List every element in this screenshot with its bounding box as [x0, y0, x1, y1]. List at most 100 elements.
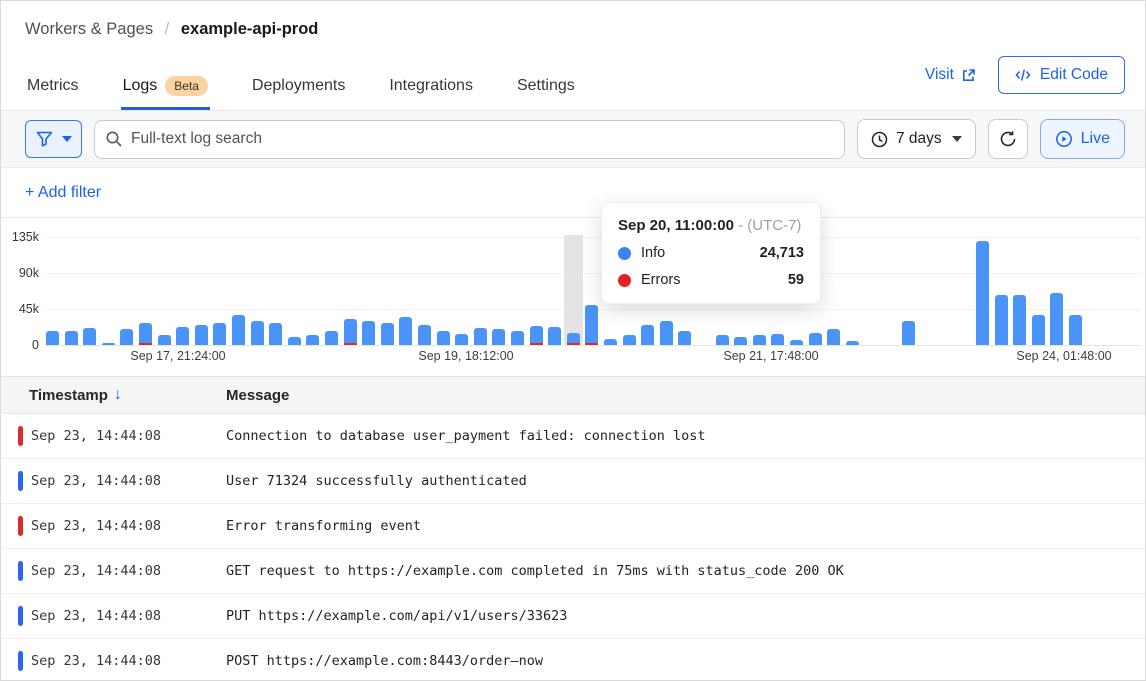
edit-code-label: Edit Code [1040, 66, 1108, 84]
log-message: Error transforming event [226, 518, 421, 534]
log-row[interactable]: Sep 23, 14:44:08User 71324 successfully … [1, 459, 1145, 504]
tooltip-info-value: 24,713 [760, 245, 804, 261]
chart-bar[interactable] [344, 319, 357, 345]
log-message: POST https://example.com:8443/order—now [226, 653, 543, 669]
column-header-timestamp[interactable]: Timestamp ↓ [1, 386, 122, 404]
log-message: Connection to database user_payment fail… [226, 428, 706, 444]
chart-bar[interactable] [511, 331, 524, 345]
chart-bar[interactable] [827, 329, 840, 345]
chevron-down-icon [952, 136, 962, 142]
chart-bar[interactable] [846, 341, 859, 345]
refresh-icon [999, 130, 1017, 148]
chart-bar[interactable] [1050, 293, 1063, 345]
chart-bar[interactable] [399, 317, 412, 345]
chart-plot[interactable] [46, 235, 1141, 345]
tab-metrics[interactable]: Metrics [25, 66, 81, 110]
time-range-dropdown[interactable]: 7 days [857, 119, 976, 159]
tab-settings[interactable]: Settings [515, 66, 577, 110]
log-row[interactable]: Sep 23, 14:44:08GET request to https://e… [1, 549, 1145, 594]
chart-bar[interactable] [46, 331, 59, 345]
log-message: GET request to https://example.com compl… [226, 563, 844, 579]
chart-bar[interactable] [213, 323, 226, 345]
search-input[interactable] [94, 120, 845, 159]
live-button[interactable]: Live [1040, 119, 1125, 159]
chart-bar[interactable] [455, 334, 468, 345]
chart-bar[interactable] [1013, 295, 1026, 345]
tab-deployments[interactable]: Deployments [250, 66, 347, 110]
chart-bar[interactable] [604, 339, 617, 345]
chart-bar[interactable] [381, 323, 394, 345]
chart-bar[interactable] [232, 315, 245, 345]
chart-bar[interactable] [251, 321, 264, 345]
chart-bar[interactable] [195, 325, 208, 345]
chart-bar[interactable] [269, 323, 282, 345]
chart-bar[interactable] [641, 325, 654, 345]
chart-tooltip: Sep 20, 11:00:00 - (UTC-7) Info 24,713 E… [601, 202, 821, 304]
chart-bar[interactable] [65, 331, 78, 345]
tab-logs[interactable]: Logs Beta [121, 66, 210, 110]
log-timestamp: Sep 23, 14:44:08 [31, 653, 161, 669]
chart-bar[interactable] [809, 333, 822, 345]
chart-bar[interactable] [530, 326, 543, 345]
y-axis-tick: 0 [1, 338, 39, 352]
chart-bar[interactable] [660, 321, 673, 345]
chart-bar[interactable] [753, 335, 766, 345]
edit-code-button[interactable]: Edit Code [998, 56, 1125, 94]
chart-bar[interactable] [83, 328, 96, 345]
log-row[interactable]: Sep 23, 14:44:08Connection to database u… [1, 414, 1145, 459]
chart-bar[interactable] [306, 335, 319, 345]
hovered-bucket-highlight [564, 235, 583, 345]
chart-bar[interactable] [176, 327, 189, 345]
chart-bar[interactable] [976, 241, 989, 345]
chart-bar[interactable] [158, 335, 171, 345]
log-table: Timestamp ↓ Message Sep 23, 14:44:08Conn… [1, 376, 1145, 681]
chart-bar[interactable] [995, 295, 1008, 345]
chart-bar[interactable] [585, 305, 598, 345]
log-row[interactable]: Sep 23, 14:44:08Error transforming event [1, 504, 1145, 549]
tooltip-title: Sep 20, 11:00:00 - (UTC-7) [618, 217, 804, 234]
chart-bar[interactable] [474, 328, 487, 345]
chart-bar[interactable] [716, 335, 729, 345]
chart-bar[interactable] [1032, 315, 1045, 345]
chart-bar[interactable] [1069, 315, 1082, 345]
log-row[interactable]: Sep 23, 14:44:08 POST https://example.com… [1, 639, 1145, 681]
visit-link[interactable]: Visit [925, 66, 976, 84]
info-level-indicator [18, 606, 23, 626]
chart-bar[interactable] [325, 331, 338, 345]
y-axis-tick: 90k [1, 266, 39, 280]
add-filter-button[interactable]: + Add filter [25, 184, 101, 202]
chart-bar[interactable] [734, 337, 747, 345]
chart-bar[interactable] [567, 333, 580, 345]
refresh-button[interactable] [988, 119, 1028, 159]
chart-bar[interactable] [418, 325, 431, 345]
info-dot-icon [618, 247, 631, 260]
chart-bar-error-segment [530, 343, 543, 346]
chart-bar[interactable] [548, 327, 561, 345]
error-dot-icon [618, 274, 631, 287]
chart-bar-error-segment [344, 343, 357, 346]
chart-bar[interactable] [623, 335, 636, 345]
chart-bar[interactable] [678, 331, 691, 345]
chart-bar[interactable] [492, 329, 505, 345]
chart-bar[interactable] [120, 329, 133, 345]
tab-integrations[interactable]: Integrations [387, 66, 475, 110]
tooltip-row-errors: Errors 59 [618, 272, 804, 288]
chart-bar[interactable] [102, 343, 115, 345]
error-level-indicator [18, 516, 23, 536]
filter-dropdown-button[interactable] [25, 120, 82, 158]
chart-bar-error-segment [567, 343, 580, 346]
chart-bar[interactable] [139, 323, 152, 345]
chart-bar[interactable] [362, 321, 375, 345]
chart-bar[interactable] [288, 337, 301, 345]
chart-bar[interactable] [902, 321, 915, 345]
tab-bar: Metrics Logs Beta Deployments Integratio… [25, 66, 577, 110]
chart-bar[interactable] [437, 331, 450, 345]
chart-bar[interactable] [790, 340, 803, 345]
log-row[interactable]: Sep 23, 14:44:08PUT https://example.com/… [1, 594, 1145, 639]
x-axis-tick: Sep 19, 18:12:00 [418, 349, 513, 363]
chart-bar[interactable] [771, 334, 784, 345]
info-level-indicator [18, 471, 23, 491]
tooltip-errors-value: 59 [788, 272, 804, 288]
log-table-header: Timestamp ↓ Message [1, 377, 1145, 414]
breadcrumb-parent-link[interactable]: Workers & Pages [25, 20, 153, 38]
